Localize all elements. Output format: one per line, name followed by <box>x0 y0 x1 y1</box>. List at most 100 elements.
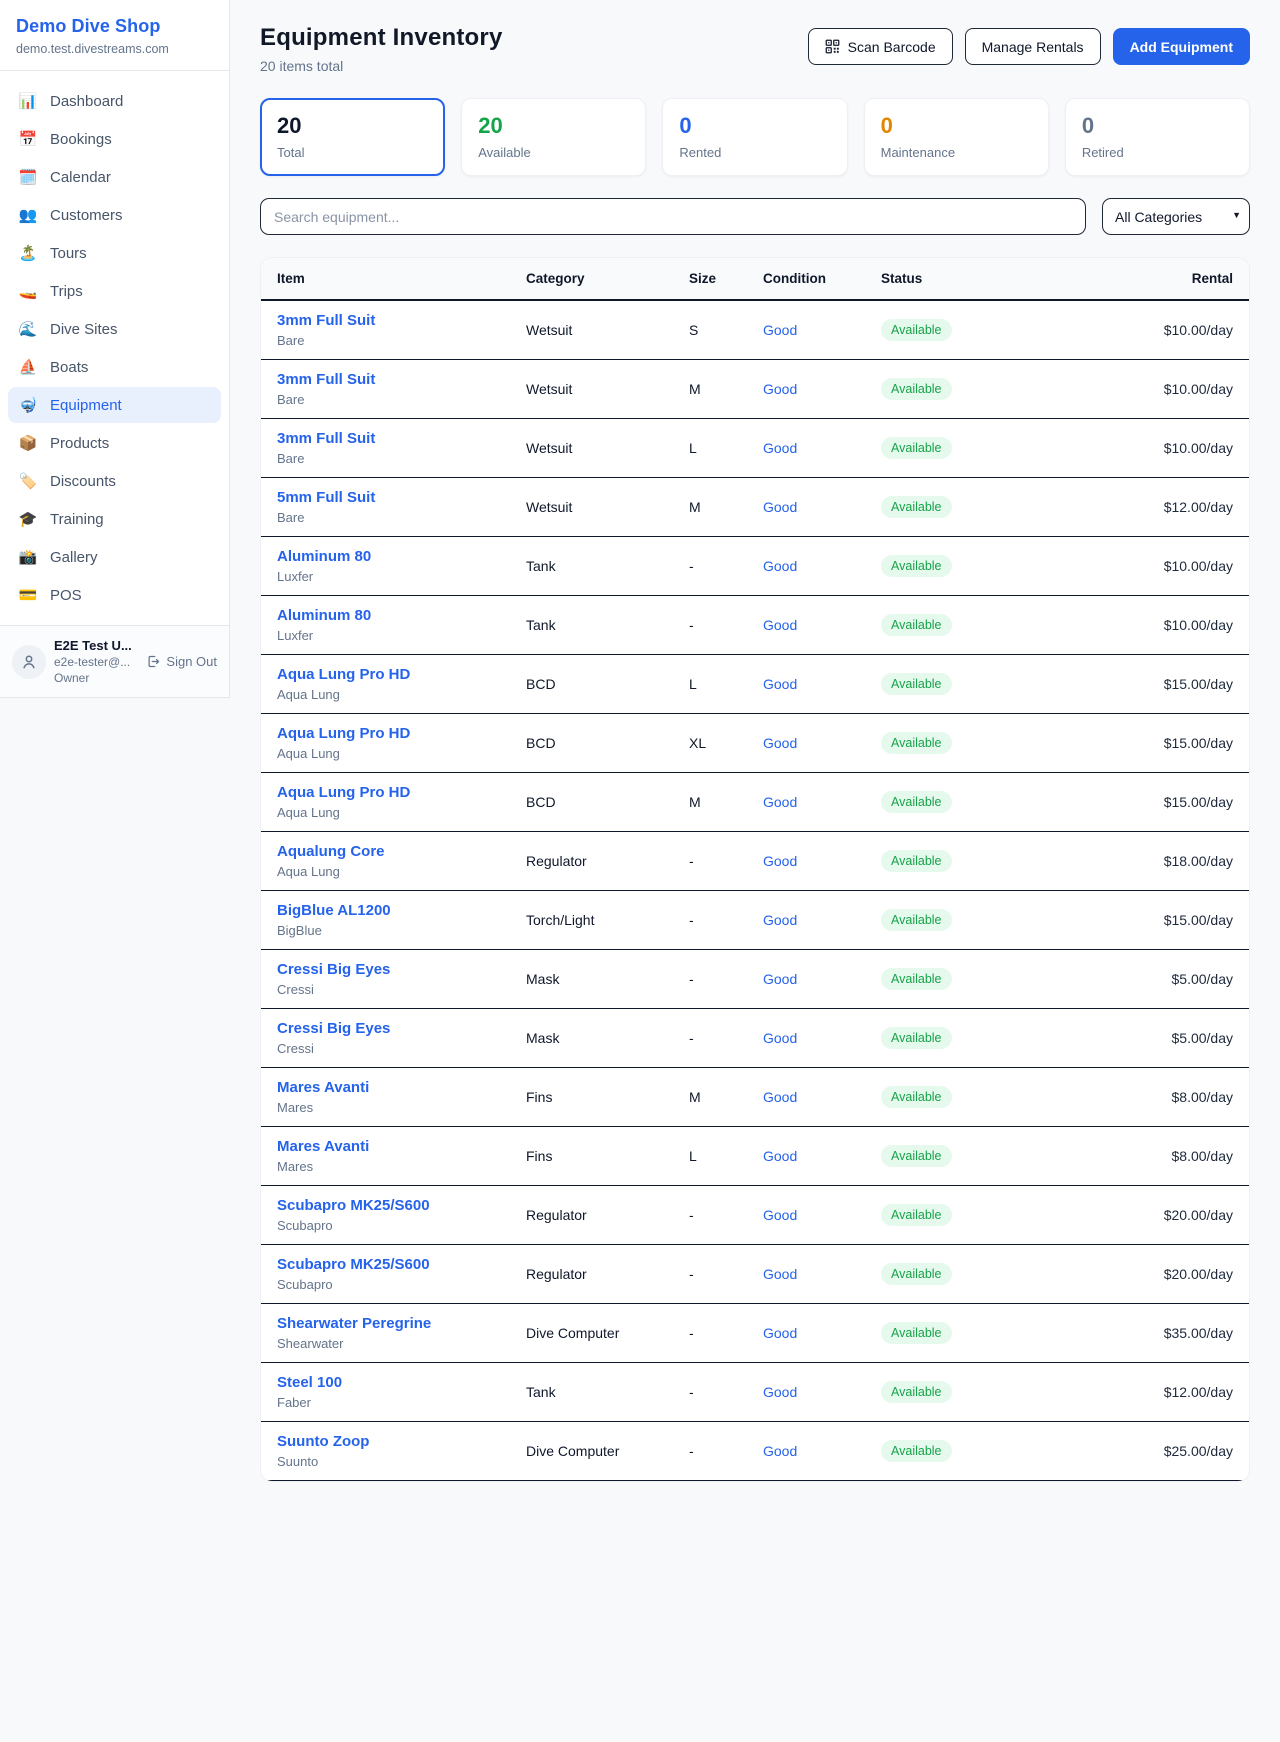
condition-link[interactable]: Good <box>763 735 797 751</box>
item-name-link[interactable]: Steel 100 <box>277 1374 526 1391</box>
condition-link[interactable]: Good <box>763 322 797 338</box>
sidebar-item-boats[interactable]: ⛵ Boats <box>8 349 221 385</box>
condition-link[interactable]: Good <box>763 971 797 987</box>
item-name-link[interactable]: Aluminum 80 <box>277 607 526 624</box>
condition-link[interactable]: Good <box>763 853 797 869</box>
table-row: Shearwater Peregrine Shearwater Dive Com… <box>261 1304 1249 1363</box>
user-meta: E2E Test U... e2e-tester@... Owner <box>54 638 138 685</box>
user-email: e2e-tester@... <box>54 655 138 669</box>
status-badge: Available <box>881 319 952 341</box>
condition-link[interactable]: Good <box>763 499 797 515</box>
users-icon: 👥 <box>18 206 38 224</box>
condition-link[interactable]: Good <box>763 1384 797 1400</box>
item-name-link[interactable]: Aluminum 80 <box>277 548 526 565</box>
item-name-link[interactable]: Aqua Lung Pro HD <box>277 666 526 683</box>
sidebar-item-customers[interactable]: 👥 Customers <box>8 197 221 233</box>
item-category: Mask <box>526 1018 689 1058</box>
item-name-link[interactable]: Scubapro MK25/S600 <box>277 1197 526 1214</box>
condition-link[interactable]: Good <box>763 794 797 810</box>
sidebar-item-calendar[interactable]: 🗓️ Calendar <box>8 159 221 195</box>
item-category: Wetsuit <box>526 487 689 527</box>
sidebar-item-equipment[interactable]: 🤿 Equipment <box>8 387 221 423</box>
sidebar-item-dive-sites[interactable]: 🌊 Dive Sites <box>8 311 221 347</box>
condition-link[interactable]: Good <box>763 1148 797 1164</box>
rental-price: $20.00/day <box>1164 1207 1233 1223</box>
equipment-table: Item Category Size Condition Status Rent… <box>260 257 1250 1482</box>
stat-card-rented[interactable]: 0 Rented <box>662 98 847 176</box>
condition-link[interactable]: Good <box>763 1443 797 1459</box>
stat-card-retired[interactable]: 0 Retired <box>1065 98 1250 176</box>
condition-link[interactable]: Good <box>763 1207 797 1223</box>
item-size: - <box>689 900 763 940</box>
status-badge: Available <box>881 437 952 459</box>
item-name-link[interactable]: Aqua Lung Pro HD <box>277 784 526 801</box>
sidebar-item-products[interactable]: 📦 Products <box>8 425 221 461</box>
condition-link[interactable]: Good <box>763 1089 797 1105</box>
item-size: - <box>689 1195 763 1235</box>
table-row: Aluminum 80 Luxfer Tank - Good Available… <box>261 596 1249 655</box>
item-brand: Bare <box>277 392 526 407</box>
condition-link[interactable]: Good <box>763 912 797 928</box>
qr-code-icon <box>825 39 840 54</box>
condition-link[interactable]: Good <box>763 1325 797 1341</box>
condition-link[interactable]: Good <box>763 558 797 574</box>
stat-card-maintenance[interactable]: 0 Maintenance <box>864 98 1049 176</box>
stat-card-available[interactable]: 20 Available <box>461 98 646 176</box>
condition-link[interactable]: Good <box>763 676 797 692</box>
stat-label: Rented <box>679 145 830 160</box>
add-equipment-button[interactable]: Add Equipment <box>1113 28 1250 65</box>
item-name-link[interactable]: Cressi Big Eyes <box>277 961 526 978</box>
item-brand: Cressi <box>277 1041 526 1056</box>
rental-price: $15.00/day <box>1164 676 1233 692</box>
item-name-link[interactable]: Mares Avanti <box>277 1079 526 1096</box>
category-select[interactable]: All Categories <box>1102 198 1250 235</box>
item-category: Wetsuit <box>526 369 689 409</box>
item-brand: Aqua Lung <box>277 805 526 820</box>
sidebar-item-label: Products <box>50 435 109 452</box>
table-row: 3mm Full Suit Bare Wetsuit M Good Availa… <box>261 360 1249 419</box>
user-role: Owner <box>54 671 138 685</box>
manage-rentals-button[interactable]: Manage Rentals <box>965 28 1101 65</box>
sidebar-item-training[interactable]: 🎓 Training <box>8 501 221 537</box>
condition-link[interactable]: Good <box>763 1266 797 1282</box>
table-row: Scubapro MK25/S600 Scubapro Regulator - … <box>261 1186 1249 1245</box>
sidebar-item-gallery[interactable]: 📸 Gallery <box>8 539 221 575</box>
rental-price: $8.00/day <box>1172 1148 1234 1164</box>
sidebar-item-discounts[interactable]: 🏷️ Discounts <box>8 463 221 499</box>
sign-out-label: Sign Out <box>166 654 217 669</box>
table-row: 5mm Full Suit Bare Wetsuit M Good Availa… <box>261 478 1249 537</box>
item-name-link[interactable]: Aqua Lung Pro HD <box>277 725 526 742</box>
sidebar-item-dashboard[interactable]: 📊 Dashboard <box>8 83 221 119</box>
condition-link[interactable]: Good <box>763 1030 797 1046</box>
rental-price: $10.00/day <box>1164 381 1233 397</box>
item-brand: Luxfer <box>277 628 526 643</box>
sidebar-item-trips[interactable]: 🚤 Trips <box>8 273 221 309</box>
condition-link[interactable]: Good <box>763 617 797 633</box>
item-name-link[interactable]: Scubapro MK25/S600 <box>277 1256 526 1273</box>
item-brand: Luxfer <box>277 569 526 584</box>
item-name-link[interactable]: BigBlue AL1200 <box>277 902 526 919</box>
item-name-link[interactable]: Mares Avanti <box>277 1138 526 1155</box>
stat-card-total[interactable]: 20 Total <box>260 98 445 176</box>
item-name-link[interactable]: Aqualung Core <box>277 843 526 860</box>
item-name-link[interactable]: Suunto Zoop <box>277 1433 526 1450</box>
column-header-status: Status <box>881 258 1053 299</box>
package-icon: 📦 <box>18 434 38 452</box>
item-name-link[interactable]: 5mm Full Suit <box>277 489 526 506</box>
item-name-link[interactable]: Cressi Big Eyes <box>277 1020 526 1037</box>
item-name-link[interactable]: Shearwater Peregrine <box>277 1315 526 1332</box>
sign-out-button[interactable]: Sign Out <box>146 654 217 669</box>
sidebar-item-pos[interactable]: 💳 POS <box>8 577 221 613</box>
item-name-link[interactable]: 3mm Full Suit <box>277 430 526 447</box>
item-size: M <box>689 1077 763 1117</box>
brand-title[interactable]: Demo Dive Shop <box>16 16 213 37</box>
item-name-link[interactable]: 3mm Full Suit <box>277 371 526 388</box>
sidebar-item-tours[interactable]: 🏝️ Tours <box>8 235 221 271</box>
sidebar-item-bookings[interactable]: 📅 Bookings <box>8 121 221 157</box>
condition-link[interactable]: Good <box>763 440 797 456</box>
diving-mask-icon: 🤿 <box>18 396 38 414</box>
search-input[interactable] <box>260 198 1086 235</box>
scan-barcode-button[interactable]: Scan Barcode <box>808 28 953 65</box>
item-name-link[interactable]: 3mm Full Suit <box>277 312 526 329</box>
condition-link[interactable]: Good <box>763 381 797 397</box>
